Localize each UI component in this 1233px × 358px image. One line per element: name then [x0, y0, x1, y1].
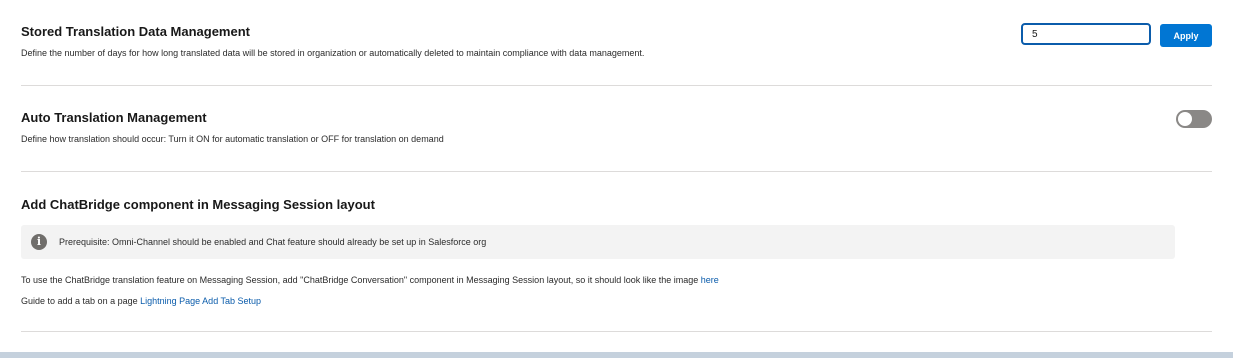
section-divider	[21, 171, 1212, 172]
apply-button[interactable]: Apply	[1160, 24, 1212, 47]
guide-text: Guide to add a tab on a page	[21, 296, 138, 306]
auto-translation-section: Auto Translation Management Define how t…	[0, 86, 1233, 172]
prerequisite-text: Prerequisite: Omni-Channel should be ena…	[59, 237, 487, 247]
stored-translation-description: Define the number of days for how long t…	[21, 48, 645, 58]
guide-line: Guide to add a tab on a page Lightning P…	[21, 296, 261, 306]
lightning-page-add-tab-setup-link[interactable]: Lightning Page Add Tab Setup	[140, 296, 261, 306]
auto-translation-title: Auto Translation Management	[21, 110, 207, 125]
chatbridge-title: Add ChatBridge component in Messaging Se…	[21, 197, 375, 212]
retention-days-input[interactable]	[1021, 23, 1151, 45]
section-divider	[21, 331, 1212, 332]
auto-translation-toggle[interactable]	[1176, 110, 1212, 128]
instruction-line: To use the ChatBridge translation featur…	[21, 275, 719, 285]
instruction-text: To use the ChatBridge translation featur…	[21, 275, 699, 285]
toggle-knob	[1178, 112, 1192, 126]
auto-translation-description: Define how translation should occur: Tur…	[21, 134, 444, 144]
bottom-edge-bar	[0, 352, 1233, 358]
prerequisite-callout: i Prerequisite: Omni-Channel should be e…	[21, 225, 1175, 259]
info-icon: i	[31, 234, 47, 250]
stored-translation-title: Stored Translation Data Management	[21, 24, 250, 39]
image-here-link[interactable]: here	[701, 275, 719, 285]
